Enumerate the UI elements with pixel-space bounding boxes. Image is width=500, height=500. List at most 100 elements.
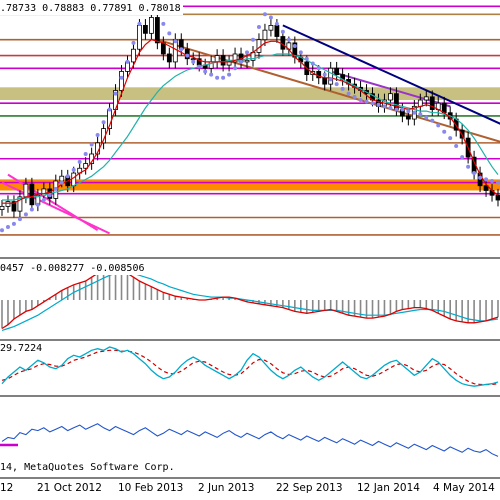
psar-dot	[17, 217, 22, 222]
price-panel	[0, 5, 500, 236]
candle-body	[137, 24, 142, 50]
psar-dot	[292, 44, 297, 49]
candle-body	[23, 183, 29, 198]
psar-dot	[71, 167, 76, 172]
x-tick-label: 4 May 2014	[433, 482, 495, 494]
psar-dot	[59, 180, 64, 185]
chart-canvas	[0, 5, 500, 479]
psar-dot	[460, 155, 465, 160]
psar-dot	[358, 98, 363, 103]
candle-body	[423, 96, 429, 101]
psar-dot	[340, 86, 345, 91]
psar-dot	[436, 123, 441, 128]
psar-dot	[197, 64, 202, 69]
psar-dot	[352, 94, 357, 99]
candle-body	[214, 55, 220, 63]
psar-dot	[101, 120, 106, 125]
psar-dot	[65, 174, 70, 179]
psar-dot	[221, 75, 226, 80]
psar-dot	[119, 75, 124, 80]
psar-dot	[203, 69, 208, 74]
psar-dot	[406, 109, 411, 114]
psar-dot	[215, 75, 220, 80]
oscillator-line	[1, 423, 499, 457]
candle-body	[119, 71, 124, 91]
psar-dot	[137, 21, 142, 26]
chart-window: .78733 0.78883 0.77891 0.78018 0457 -0.0…	[0, 0, 500, 500]
psar-dot	[388, 105, 393, 110]
psar-dot	[191, 59, 196, 64]
candle-body	[71, 172, 77, 187]
psar-dot	[322, 72, 327, 77]
psar-dot	[161, 21, 166, 26]
psar-dot	[298, 50, 303, 55]
rsi-fast-line	[1, 346, 499, 387]
psar-dot	[125, 59, 130, 64]
x-tick-label: 22 Sep 2013	[276, 482, 343, 494]
psar-dot	[454, 144, 459, 149]
macd-main-line	[1, 266, 499, 330]
psar-dot	[167, 31, 172, 36]
psar-dot	[83, 151, 88, 156]
psar-dot	[29, 207, 34, 212]
psar-dot	[11, 221, 16, 226]
psar-dot	[35, 202, 40, 207]
candle-body	[322, 77, 328, 85]
psar-dot	[209, 72, 214, 77]
x-tick-label: 2 Jun 2013	[198, 482, 255, 494]
panel-separators	[0, 257, 500, 479]
psar-dot	[262, 12, 267, 17]
psar-dot	[310, 61, 315, 66]
candle-body	[328, 67, 334, 85]
psar-dot	[280, 29, 285, 34]
candle-body	[5, 201, 11, 207]
psar-dot	[376, 102, 381, 107]
rsi-panel	[1, 346, 499, 387]
psar-dot	[286, 37, 291, 42]
candle-body	[334, 67, 340, 76]
candle-body	[166, 53, 172, 63]
psar-dot	[394, 107, 399, 112]
candle-body	[143, 24, 148, 34]
psar-dot	[448, 136, 453, 141]
rsi-readout: 29.7224	[0, 343, 45, 355]
psar-dot	[179, 47, 184, 52]
x-tick-label: 12 Jan 2014	[357, 482, 420, 494]
psar-dot	[233, 66, 238, 71]
candle-body	[154, 17, 160, 44]
psar-dot	[185, 53, 190, 58]
psar-dot	[370, 101, 375, 106]
psar-dot	[77, 159, 82, 164]
ohlc-readout: .78733 0.78883 0.77891 0.78018	[0, 3, 183, 15]
psar-dot	[418, 112, 423, 117]
oscillator-panel	[0, 423, 499, 457]
psar-dot	[364, 99, 369, 104]
psar-dot	[490, 178, 495, 183]
candle-body	[190, 58, 196, 61]
psar-dot	[274, 21, 279, 26]
psar-dot	[250, 37, 255, 42]
candle-body	[268, 24, 274, 31]
x-tick-label: 21 Oct 2012	[37, 482, 102, 494]
psar-dot	[173, 39, 178, 44]
psar-dot	[23, 212, 28, 217]
copyright-label: 14, MetaQuotes Software Corp.	[0, 462, 177, 474]
candle-body	[388, 93, 393, 101]
psar-dot	[5, 225, 10, 230]
psar-dot	[328, 77, 333, 82]
psar-dot	[316, 66, 321, 71]
psar-dot	[484, 177, 489, 182]
candle-body	[59, 175, 65, 182]
psar-dot	[478, 175, 483, 180]
psar-dot	[131, 40, 136, 45]
psar-dot	[412, 110, 417, 115]
psar-dot	[239, 59, 244, 64]
psar-dot	[95, 132, 100, 137]
macd-readout: 0457 -0.008277 -0.008506	[0, 263, 147, 275]
psar-dot	[424, 115, 429, 120]
candle-body	[405, 115, 411, 120]
psar-dot	[227, 72, 232, 77]
psar-dot	[47, 193, 52, 198]
psar-dot	[382, 104, 387, 109]
candle-body	[131, 48, 136, 63]
